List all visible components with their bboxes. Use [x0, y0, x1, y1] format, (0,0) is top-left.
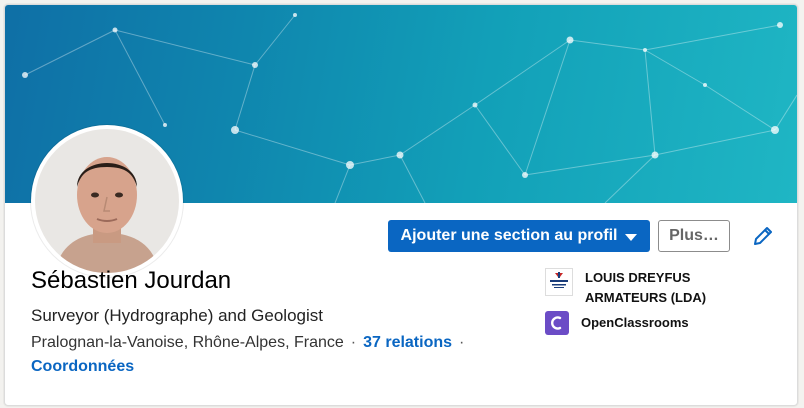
- profile-meta: Pralognan-la-Vanoise, Rhône-Alpes, Franc…: [31, 334, 471, 352]
- org-name: OpenClassrooms: [581, 315, 689, 330]
- more-button[interactable]: Plus…: [658, 220, 730, 252]
- org-item-openclassrooms[interactable]: OpenClassrooms: [545, 311, 731, 335]
- separator-dot: ·: [350, 334, 357, 351]
- avatar[interactable]: [31, 125, 183, 277]
- relations-link[interactable]: 37 relations: [363, 334, 452, 351]
- contact-info-link[interactable]: Coordonnées: [31, 358, 134, 376]
- org-name: LOUIS DREYFUS ARMATEURS (LDA): [585, 270, 707, 305]
- profile-card: Ajouter une section au profil Plus… Séba…: [4, 4, 798, 406]
- add-profile-section-label: Ajouter une section au profil: [400, 227, 618, 244]
- org-item-louis-dreyfus[interactable]: LOUIS DREYFUS ARMATEURS (LDA): [545, 268, 735, 308]
- louis-dreyfus-logo-icon: [545, 268, 573, 296]
- add-profile-section-button[interactable]: Ajouter une section au profil: [388, 220, 650, 252]
- profile-name: Sébastien Jourdan: [31, 267, 232, 294]
- profile-headline: Surveyor (Hydrographe) and Geologist: [31, 306, 323, 325]
- profile-location: Pralognan-la-Vanoise, Rhône-Alpes, Franc…: [31, 334, 344, 351]
- separator-dot: ·: [459, 334, 465, 351]
- pencil-icon[interactable]: [751, 224, 775, 248]
- openclassrooms-logo-icon: [545, 311, 569, 335]
- caret-down-icon: [625, 233, 638, 241]
- profile-photo-icon: [35, 129, 179, 273]
